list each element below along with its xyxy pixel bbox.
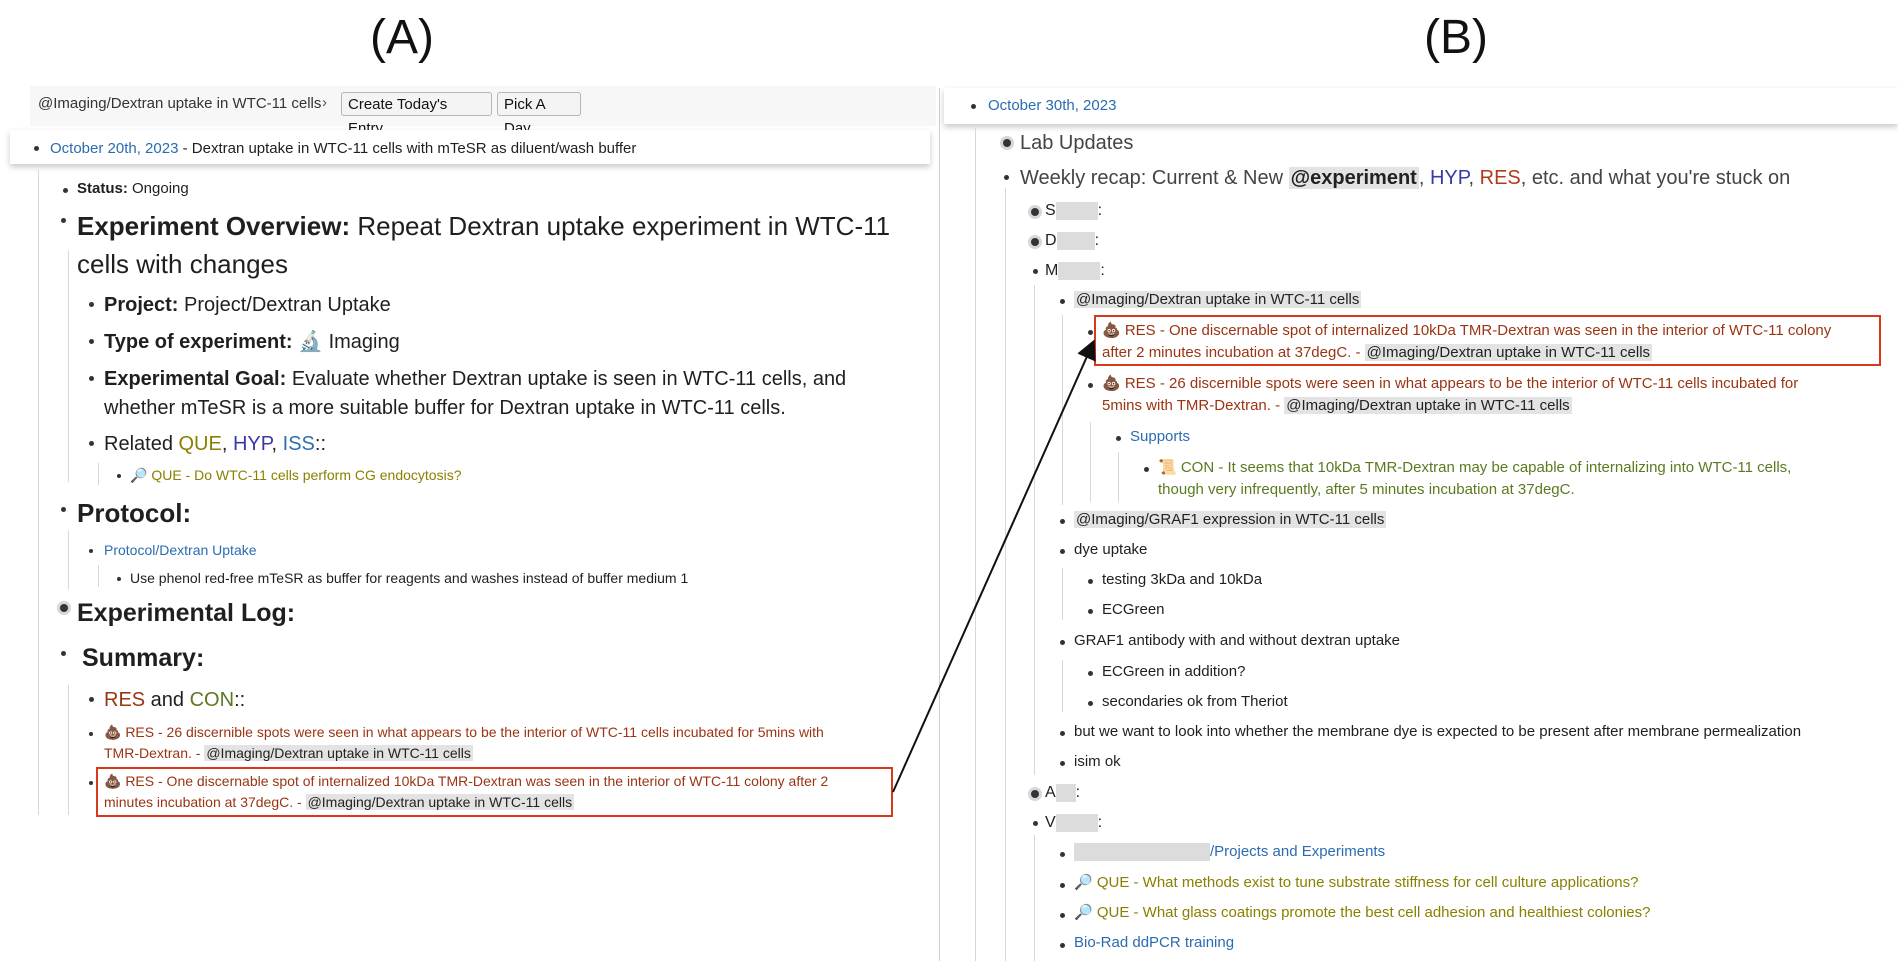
connector-arrow xyxy=(892,339,1096,793)
